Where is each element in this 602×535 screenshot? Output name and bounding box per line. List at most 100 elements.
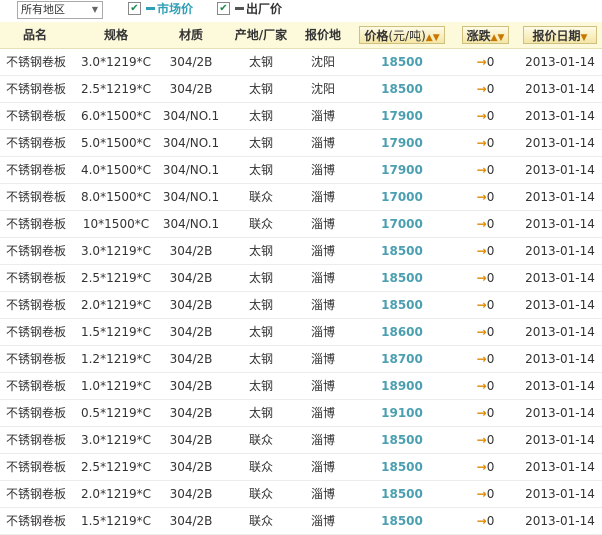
market-price-checkbox[interactable]: ✔	[128, 2, 141, 15]
col-material-header: 材质	[178, 28, 203, 42]
cell-date: 2013-01-14	[525, 82, 595, 96]
cell-spec: 5.0*1500*C	[80, 136, 151, 150]
change-value: 0	[486, 433, 495, 447]
flat-arrow-icon: →	[476, 298, 487, 312]
change-value: 0	[486, 136, 495, 150]
cell-date: 2013-01-14	[525, 487, 595, 501]
col-spec-header: 规格	[103, 28, 128, 42]
factory-price-checkbox[interactable]: ✔	[217, 2, 230, 15]
cell-price: 17900	[381, 163, 423, 177]
cell-spec: 3.0*1219*C	[80, 433, 151, 447]
cell-price: 18500	[381, 82, 423, 96]
cell-change: →0	[462, 346, 509, 372]
cell-origin: 联众	[248, 460, 273, 474]
cell-place: 淄博	[310, 244, 335, 258]
cell-name: 不锈钢卷板	[5, 433, 66, 447]
cell-date: 2013-01-14	[525, 406, 595, 420]
cell-date: 2013-01-14	[525, 325, 595, 339]
sort-updown-icon: ▲▼	[490, 33, 505, 43]
cell-material: 304/2B	[169, 433, 213, 447]
cell-date: 2013-01-14	[525, 298, 595, 312]
cell-material: 304/2B	[169, 487, 213, 501]
cell-name: 不锈钢卷板	[5, 271, 66, 285]
change-value: 0	[486, 82, 495, 96]
cell-material: 304/NO.1	[162, 190, 220, 204]
cell-spec: 0.5*1219*C	[80, 406, 151, 420]
cell-change: →0	[462, 211, 509, 237]
change-value: 0	[486, 55, 495, 69]
flat-arrow-icon: →	[476, 406, 487, 420]
cell-price: 18900	[381, 379, 423, 393]
cell-place: 淄博	[310, 271, 335, 285]
cell-price: 17000	[381, 217, 423, 231]
cell-place: 淄博	[310, 298, 335, 312]
cell-origin: 太钢	[248, 136, 273, 150]
cell-origin: 太钢	[248, 379, 273, 393]
cell-price: 18500	[381, 514, 423, 528]
cell-origin: 太钢	[248, 325, 273, 339]
sort-date-label: 报价日期	[532, 29, 581, 43]
cell-material: 304/2B	[169, 82, 213, 96]
cell-origin: 太钢	[248, 163, 273, 177]
factory-price-swatch	[235, 7, 244, 10]
cell-change: →0	[462, 103, 509, 129]
sort-price-button[interactable]: 价格(元/吨)▲▼	[359, 26, 445, 44]
cell-price: 18500	[381, 298, 423, 312]
region-select[interactable]: 所有地区 ▼	[17, 1, 103, 19]
flat-arrow-icon: →	[476, 487, 487, 501]
cell-change: →0	[462, 454, 509, 480]
sort-price-label: 价格	[364, 29, 389, 43]
sort-updown-icon: ▲▼	[425, 33, 440, 43]
cell-spec: 2.5*1219*C	[80, 460, 151, 474]
cell-spec: 2.5*1219*C	[80, 82, 151, 96]
cell-change: →0	[462, 319, 509, 345]
table-row: 不锈钢卷板 4.0*1500*C 304/NO.1 太钢 淄博 17900 →0 2013-0…	[0, 157, 602, 184]
cell-change: →0	[462, 76, 509, 102]
col-place-header: 报价地	[304, 28, 341, 42]
cell-price: 17900	[381, 136, 423, 150]
change-value: 0	[486, 352, 495, 366]
filter-toolbar: 所有地区 ▼ ✔ 市场价 ✔ 出厂价	[0, 0, 602, 22]
cell-date: 2013-01-14	[525, 379, 595, 393]
cell-material: 304/NO.1	[162, 136, 220, 150]
change-value: 0	[486, 163, 495, 177]
sort-change-label: 涨跌	[466, 29, 491, 43]
cell-material: 304/2B	[169, 325, 213, 339]
table-row: 不锈钢卷板 3.0*1219*C 304/2B 太钢 淄博 18500 →0 2013-01-…	[0, 238, 602, 265]
cell-origin: 太钢	[248, 352, 273, 366]
cell-name: 不锈钢卷板	[5, 136, 66, 150]
cell-spec: 2.0*1219*C	[80, 487, 151, 501]
cell-spec: 1.0*1219*C	[80, 379, 151, 393]
flat-arrow-icon: →	[476, 109, 487, 123]
cell-name: 不锈钢卷板	[5, 244, 66, 258]
cell-change: →0	[462, 130, 509, 156]
table-row: 不锈钢卷板 5.0*1500*C 304/NO.1 太钢 淄博 17900 →0 2013-0…	[0, 130, 602, 157]
cell-origin: 太钢	[248, 244, 273, 258]
cell-place: 淄博	[310, 136, 335, 150]
cell-name: 不锈钢卷板	[5, 217, 66, 231]
sort-change-button[interactable]: 涨跌▲▼	[462, 26, 509, 44]
cell-origin: 联众	[248, 217, 273, 231]
sort-down-icon: ▼	[580, 33, 588, 43]
flat-arrow-icon: →	[476, 433, 487, 447]
flat-arrow-icon: →	[476, 217, 487, 231]
change-value: 0	[486, 325, 495, 339]
cell-place: 淄博	[310, 217, 335, 231]
cell-place: 淄博	[310, 460, 335, 474]
table-row: 不锈钢卷板 2.5*1219*C 304/2B 太钢 沈阳 18500 →0 2013-01-…	[0, 76, 602, 103]
cell-date: 2013-01-14	[525, 163, 595, 177]
cell-change: →0	[462, 508, 509, 534]
cell-price: 17000	[381, 190, 423, 204]
cell-place: 淄博	[310, 325, 335, 339]
cell-date: 2013-01-14	[525, 514, 595, 528]
table-row: 不锈钢卷板 2.0*1219*C 304/2B 联众 淄博 18500 →0 2013-01-…	[0, 481, 602, 508]
factory-price-label: 出厂价	[246, 2, 283, 16]
cell-material: 304/2B	[169, 298, 213, 312]
sort-date-button[interactable]: 报价日期▼	[523, 26, 597, 44]
table-row: 不锈钢卷板 6.0*1500*C 304/NO.1 太钢 淄博 17900 →0 2013-0…	[0, 103, 602, 130]
table-row: 不锈钢卷板 3.0*1219*C 304/2B 太钢 沈阳 18500 →0 2013-01-…	[0, 49, 602, 76]
cell-spec: 8.0*1500*C	[80, 190, 151, 204]
cell-origin: 联众	[248, 190, 273, 204]
change-value: 0	[486, 298, 495, 312]
cell-name: 不锈钢卷板	[5, 514, 66, 528]
